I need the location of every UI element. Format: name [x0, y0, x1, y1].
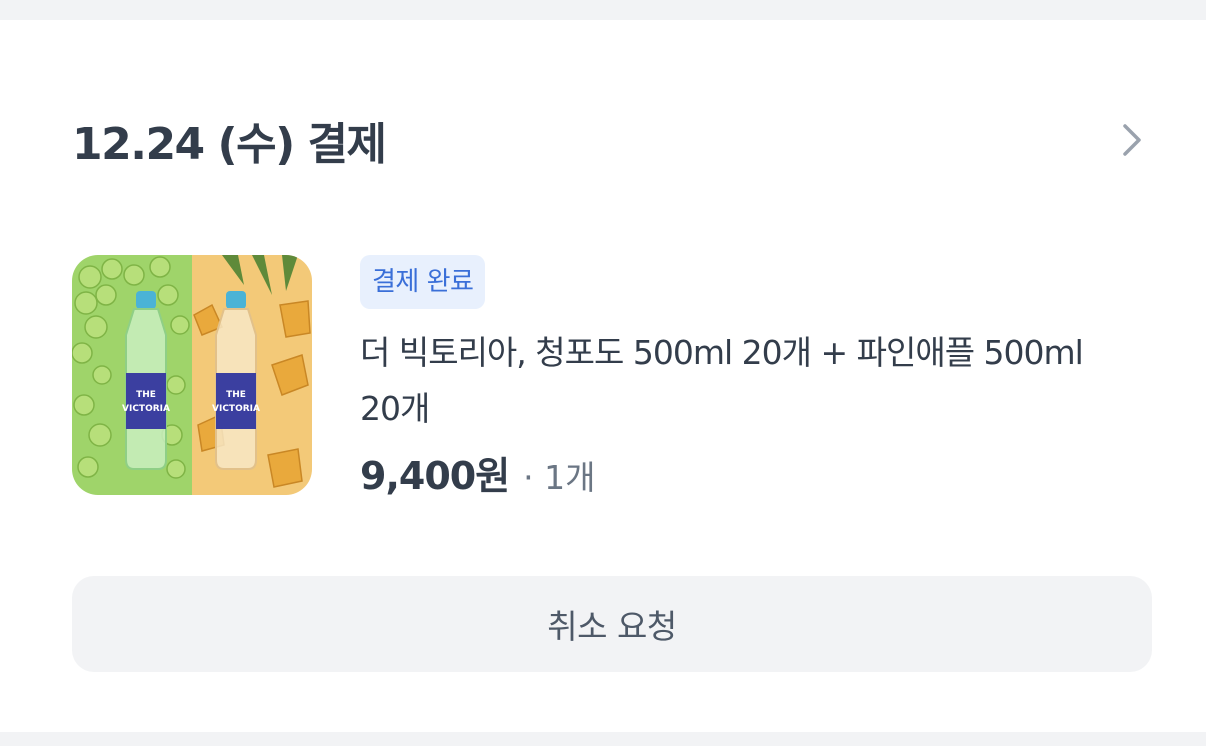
order-date-title: 12.24 (수) 결제: [72, 119, 387, 170]
price-row: 9,400원 · 1개: [360, 445, 1140, 500]
order-card: 12.24 (수) 결제 THE VICTORIA THE VICTORIA 결…: [0, 20, 1206, 732]
svg-text:VICTORIA: VICTORIA: [122, 404, 170, 414]
product-item[interactable]: THE VICTORIA THE VICTORIA 결제 완료 더 빅토리아, …: [72, 255, 1152, 515]
product-price: 9,400원: [360, 454, 510, 498]
order-header[interactable]: 12.24 (수) 결제: [72, 110, 1152, 170]
product-quantity: · 1개: [523, 458, 596, 497]
product-name[interactable]: 더 빅토리아, 청포도 500ml 20개 + 파인애플 500ml 20개: [360, 325, 1130, 437]
chevron-right-icon[interactable]: [1112, 120, 1152, 160]
svg-text:VICTORIA: VICTORIA: [212, 404, 260, 414]
product-info: 결제 완료 더 빅토리아, 청포도 500ml 20개 + 파인애플 500ml…: [360, 255, 1140, 500]
product-thumbnail[interactable]: THE VICTORIA THE VICTORIA: [72, 255, 312, 495]
cancel-request-button[interactable]: 취소 요청: [72, 576, 1152, 672]
svg-text:THE: THE: [136, 390, 156, 400]
status-badge: 결제 완료: [360, 255, 486, 309]
svg-text:THE: THE: [226, 390, 246, 400]
